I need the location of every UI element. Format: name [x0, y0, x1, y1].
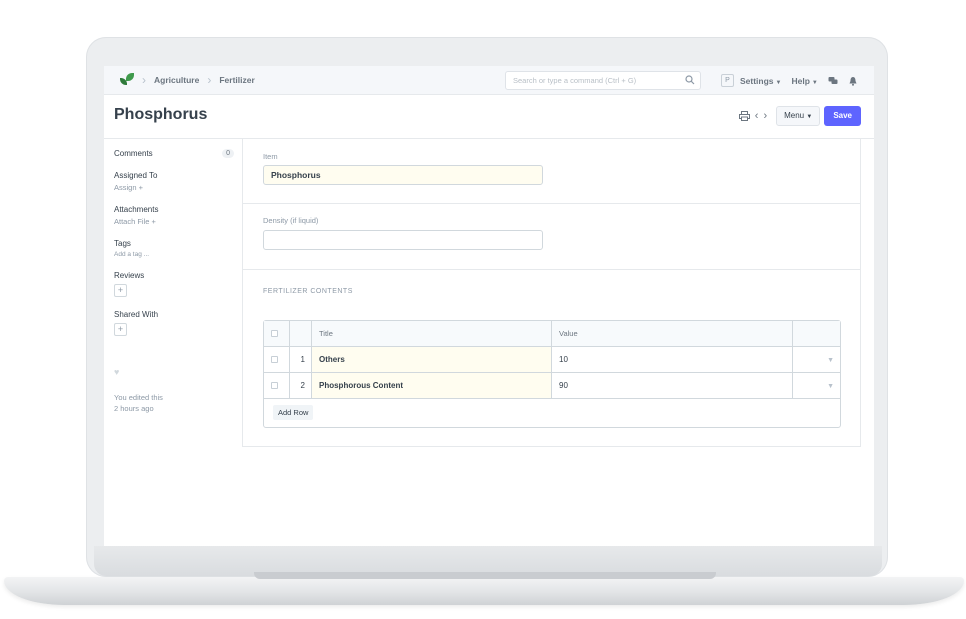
row-check-cell — [264, 373, 290, 398]
help-label: Help — [791, 75, 810, 86]
row-title-cell[interactable]: Phosphorous Content — [312, 373, 552, 398]
caret-down-icon: ▼ — [811, 79, 818, 86]
menu-label: Menu — [784, 111, 805, 120]
chat-icon[interactable] — [828, 76, 838, 86]
row-check-cell — [264, 347, 290, 372]
page-head: Phosphorus ‹ › Menu ▼ Save — [104, 95, 874, 139]
page-title: Phosphorus — [114, 106, 208, 123]
item-field[interactable]: Phosphorus — [263, 165, 543, 185]
row-index: 1 — [290, 347, 312, 372]
reviews-label: Reviews — [114, 271, 145, 280]
breadcrumb-separator-icon: › — [207, 73, 212, 87]
row-checkbox[interactable] — [271, 382, 278, 389]
brand-logo-icon[interactable] — [120, 73, 134, 87]
comments-label: Comments — [114, 149, 153, 158]
plus-icon: + — [117, 285, 124, 295]
comments-row[interactable]: Comments 0 — [114, 149, 234, 158]
assigned-to-group: Assigned To Assign + — [114, 171, 234, 192]
select-all-cell — [264, 321, 290, 346]
chevron-down-icon[interactable]: ▼ — [827, 383, 834, 390]
add-share-button[interactable]: + — [114, 323, 127, 336]
save-button[interactable]: Save — [824, 106, 861, 126]
search-icon — [685, 75, 695, 85]
edit-note-line: You edited this — [114, 393, 163, 402]
next-icon[interactable]: › — [763, 111, 767, 122]
row-index: 2 — [290, 373, 312, 398]
row-checkbox[interactable] — [271, 356, 278, 363]
edit-note: You edited this 2 hours ago — [114, 392, 234, 414]
value-column-header: Value — [552, 321, 793, 346]
density-label: Density (if liquid) — [263, 216, 319, 225]
heart-icon[interactable]: ♥ — [114, 367, 119, 377]
row-action-cell: ▼ — [793, 347, 840, 372]
grid-header-row: Title Value — [264, 321, 840, 347]
title-column-header: Title — [312, 321, 552, 346]
select-all-checkbox[interactable] — [271, 330, 278, 337]
notification-bell-icon[interactable] — [848, 76, 858, 86]
avatar[interactable]: P — [721, 74, 734, 87]
search-placeholder: Search or type a command (Ctrl + G) — [513, 76, 637, 85]
attachments-group: Attachments Attach File + — [114, 205, 234, 226]
laptop-base — [4, 577, 964, 605]
breadcrumb-separator-icon: › — [142, 73, 146, 87]
menu-button[interactable]: Menu ▼ — [776, 106, 821, 126]
breadcrumb-agriculture[interactable]: Agriculture — [154, 75, 199, 85]
edit-note-time: 2 hours ago — [114, 404, 154, 413]
tags-group: Tags Add a tag ... — [114, 239, 234, 258]
shared-with-group: Shared With + — [114, 310, 234, 336]
navbar: › Agriculture › Fertilizer Search or typ… — [104, 66, 874, 95]
table-row[interactable]: 2 Phosphorous Content 90 ▼ — [264, 373, 840, 399]
page-actions: ‹ › Menu ▼ Save — [738, 106, 861, 126]
assign-link[interactable]: Assign + — [114, 183, 234, 192]
section-title: FERTILIZER CONTENTS — [263, 288, 353, 295]
form-body: Item Phosphorus Density (if liquid) FERT… — [242, 139, 861, 447]
tags-label: Tags — [114, 239, 131, 248]
caret-down-icon: ▼ — [806, 114, 813, 120]
add-tag-link[interactable]: Add a tag ... — [114, 251, 234, 258]
help-dropdown[interactable]: Help ▼ — [791, 76, 817, 86]
index-header — [290, 321, 312, 346]
attach-file-link[interactable]: Attach File + — [114, 217, 234, 226]
plus-icon: + — [117, 324, 124, 334]
reviews-group: Reviews + — [114, 271, 234, 297]
action-column-header — [793, 321, 840, 346]
row-value-cell[interactable]: 10 — [552, 347, 793, 372]
comments-count-badge: 0 — [222, 149, 234, 158]
settings-label: Settings — [740, 75, 774, 86]
row-action-cell: ▼ — [793, 373, 840, 398]
item-section: Item Phosphorus — [243, 139, 860, 204]
density-section: Density (if liquid) — [243, 204, 860, 270]
laptop-notch — [254, 572, 716, 579]
density-field[interactable] — [263, 230, 543, 250]
like-group: ♥ You edited this 2 hours ago — [114, 362, 234, 414]
chevron-down-icon[interactable]: ▼ — [827, 357, 834, 364]
table-row[interactable]: 1 Others 10 ▼ — [264, 347, 840, 373]
row-title-cell[interactable]: Others — [312, 347, 552, 372]
add-review-button[interactable]: + — [114, 284, 127, 297]
search-input[interactable]: Search or type a command (Ctrl + G) — [505, 71, 701, 90]
item-label: Item — [263, 152, 278, 161]
settings-dropdown[interactable]: Settings ▼ — [740, 76, 781, 86]
row-value-cell[interactable]: 90 — [552, 373, 793, 398]
form-sidebar: Comments 0 Assigned To Assign + Attachme… — [114, 149, 234, 414]
fertilizer-contents-section: FERTILIZER CONTENTS Title Value 1 Others… — [243, 270, 860, 446]
previous-icon[interactable]: ‹ — [755, 111, 759, 122]
shared-with-label: Shared With — [114, 310, 159, 319]
contents-grid: Title Value 1 Others 10 ▼ 2 Phosphorous … — [263, 320, 841, 428]
caret-down-icon: ▼ — [775, 79, 782, 86]
print-icon[interactable] — [738, 111, 750, 121]
navbar-right: P Settings ▼ Help ▼ — [721, 66, 868, 95]
attachments-label: Attachments — [114, 205, 159, 214]
add-row-button[interactable]: Add Row — [273, 405, 314, 420]
breadcrumb-fertilizer[interactable]: Fertilizer — [219, 75, 254, 85]
assigned-to-label: Assigned To — [114, 171, 158, 180]
app-screen: › Agriculture › Fertilizer Search or typ… — [104, 66, 874, 546]
